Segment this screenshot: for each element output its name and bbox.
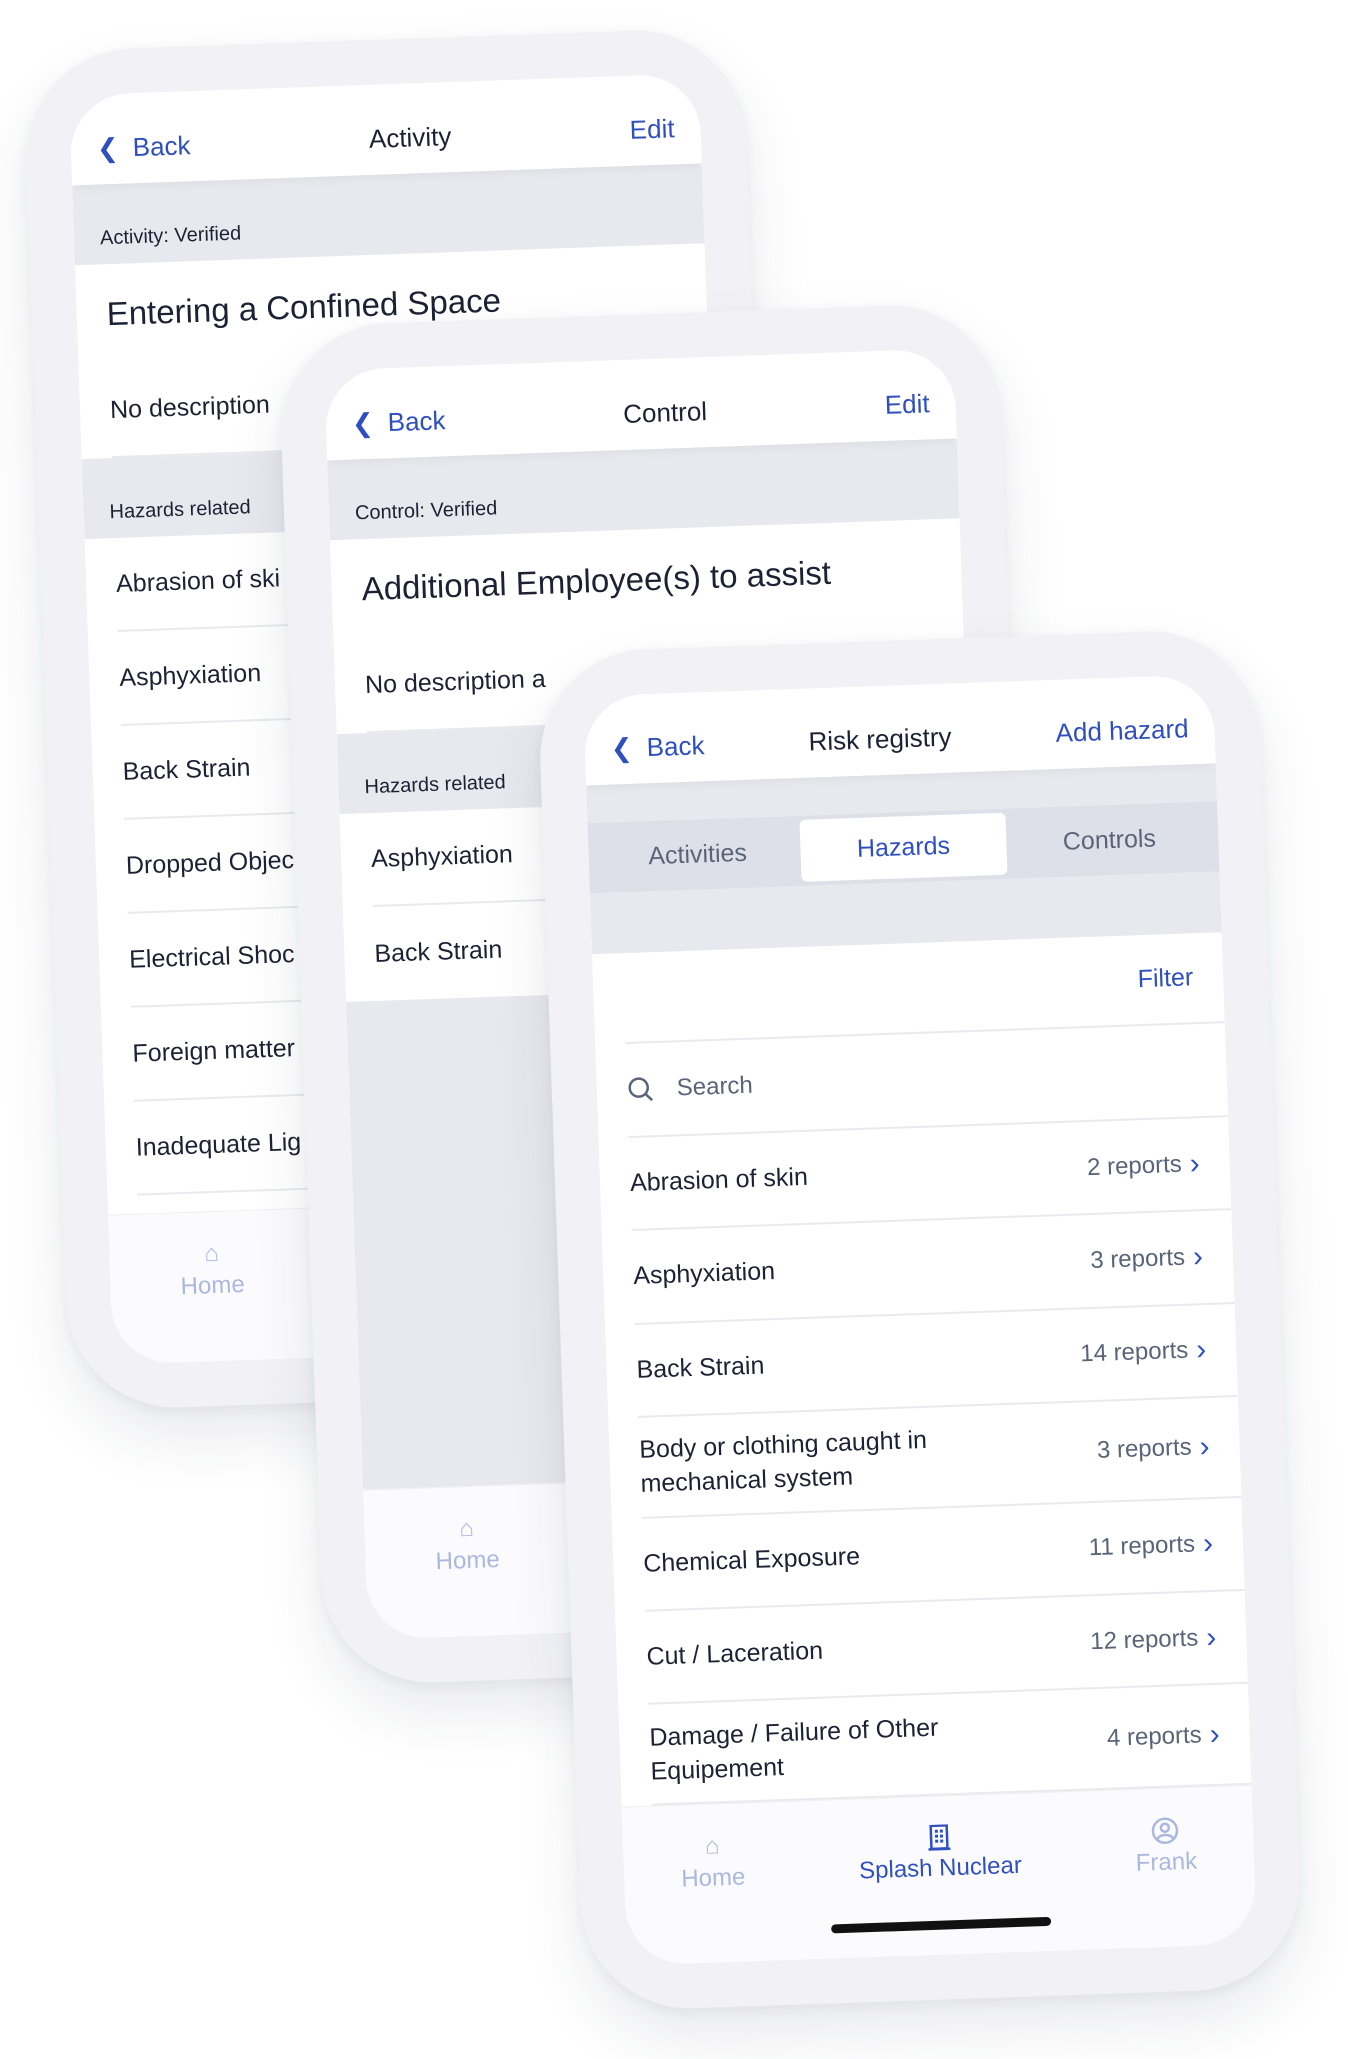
hazard-name: Back Strain [122, 752, 251, 786]
tab-organization-label: Splash Nuclear [858, 1851, 1023, 1885]
report-count: 2 reports [1086, 1150, 1183, 1181]
hazard-name: Abrasion of ski [115, 563, 281, 598]
edit-button[interactable]: Edit [629, 113, 675, 146]
hazard-name: Dropped Objec [125, 845, 295, 880]
hazard-name: Abrasion of skin [629, 1163, 809, 1198]
add-hazard-button[interactable]: Add hazard [1055, 713, 1189, 749]
tab-controls[interactable]: Controls [1005, 806, 1213, 875]
report-count: 4 reports [1106, 1721, 1203, 1752]
home-icon: ⌂ [458, 1514, 475, 1543]
home-icon: ⌂ [203, 1239, 220, 1268]
hazard-name: Damage / Failure of Other Equipement [648, 1713, 939, 1786]
home-icon: ⌂ [704, 1832, 720, 1861]
chevron-left-icon: ❮ [96, 132, 120, 163]
back-button[interactable]: ❮ Back [610, 730, 705, 764]
back-label: Back [387, 404, 446, 437]
tab-profile[interactable]: Frank [1134, 1816, 1198, 1878]
report-count: 11 reports [1088, 1530, 1196, 1562]
back-button[interactable]: ❮ Back [351, 405, 446, 439]
hazard-name: Back Strain [636, 1351, 765, 1384]
description-text: No description a [364, 664, 547, 699]
chevron-right-icon: › [1199, 1430, 1211, 1464]
tab-home-label: Home [435, 1545, 501, 1576]
hazard-name: Asphyxiation [370, 839, 514, 873]
chevron-right-icon: › [1205, 1620, 1217, 1654]
back-label: Back [646, 730, 705, 763]
tab-home-label: Home [180, 1270, 246, 1301]
tab-activities[interactable]: Activities [594, 820, 802, 889]
home-indicator [831, 1916, 1052, 1934]
search-placeholder: Search [676, 1071, 754, 1102]
chevron-left-icon: ❮ [351, 407, 375, 438]
hazard-name: Foreign matter [132, 1033, 296, 1068]
tab-home[interactable]: ⌂ Home [434, 1514, 500, 1576]
page-title: Activity [368, 120, 452, 154]
report-count: 3 reports [1089, 1243, 1186, 1274]
description-text: No description [109, 390, 271, 424]
hazard-name: Asphyxiation [632, 1257, 776, 1291]
back-button[interactable]: ❮ Back [96, 130, 191, 164]
tab-home-label: Home [680, 1863, 746, 1893]
registry-screen: ❮ Back Risk registry Add hazard Activitie… [583, 674, 1257, 1966]
hazard-name: Asphyxiation [118, 658, 262, 692]
chevron-right-icon: › [1192, 1240, 1204, 1274]
tab-profile-label: Frank [1135, 1847, 1198, 1877]
tab-home[interactable]: ⌂ Home [179, 1239, 245, 1301]
chevron-left-icon: ❮ [610, 732, 634, 764]
edit-button[interactable]: Edit [884, 388, 930, 421]
tab-organization[interactable]: Splash Nuclear [858, 1822, 1023, 1886]
page-title: Risk registry [808, 721, 952, 757]
search-icon [628, 1077, 654, 1102]
tab-hazards[interactable]: Hazards [799, 813, 1008, 883]
report-count: 14 reports [1079, 1336, 1189, 1368]
page-title: Control [622, 395, 708, 429]
filter-button[interactable]: Filter [1137, 963, 1194, 994]
chevron-right-icon: › [1202, 1527, 1214, 1561]
report-count: 12 reports [1089, 1624, 1199, 1655]
building-icon [928, 1824, 951, 1851]
tab-home[interactable]: ⌂ Home [680, 1832, 746, 1894]
segmented-control: Activities Hazards Controls [587, 801, 1220, 894]
hazard-name: Chemical Exposure [642, 1542, 861, 1578]
hazard-name: Inadequate Lig [135, 1127, 302, 1162]
user-circle-icon [1152, 1817, 1179, 1845]
hazard-name: Back Strain [373, 935, 503, 968]
segment-band: Activities Hazards Controls [586, 763, 1222, 955]
registry-phone: ❮ Back Risk registry Add hazard Activitie… [536, 627, 1304, 2013]
chevron-right-icon: › [1209, 1717, 1221, 1751]
chevron-right-icon: › [1195, 1333, 1207, 1367]
back-label: Back [132, 129, 191, 162]
hazard-name: Body or clothing caught in mechanical sy… [638, 1426, 928, 1499]
hazard-name: Cut / Laceration [646, 1636, 824, 1671]
tab-bar: ⌂ Home Splash Nuclear Frank [621, 1784, 1257, 1966]
chevron-right-icon: › [1189, 1146, 1201, 1181]
report-count: 3 reports [1096, 1433, 1193, 1465]
hazard-name: Electrical Shoc [128, 939, 295, 974]
